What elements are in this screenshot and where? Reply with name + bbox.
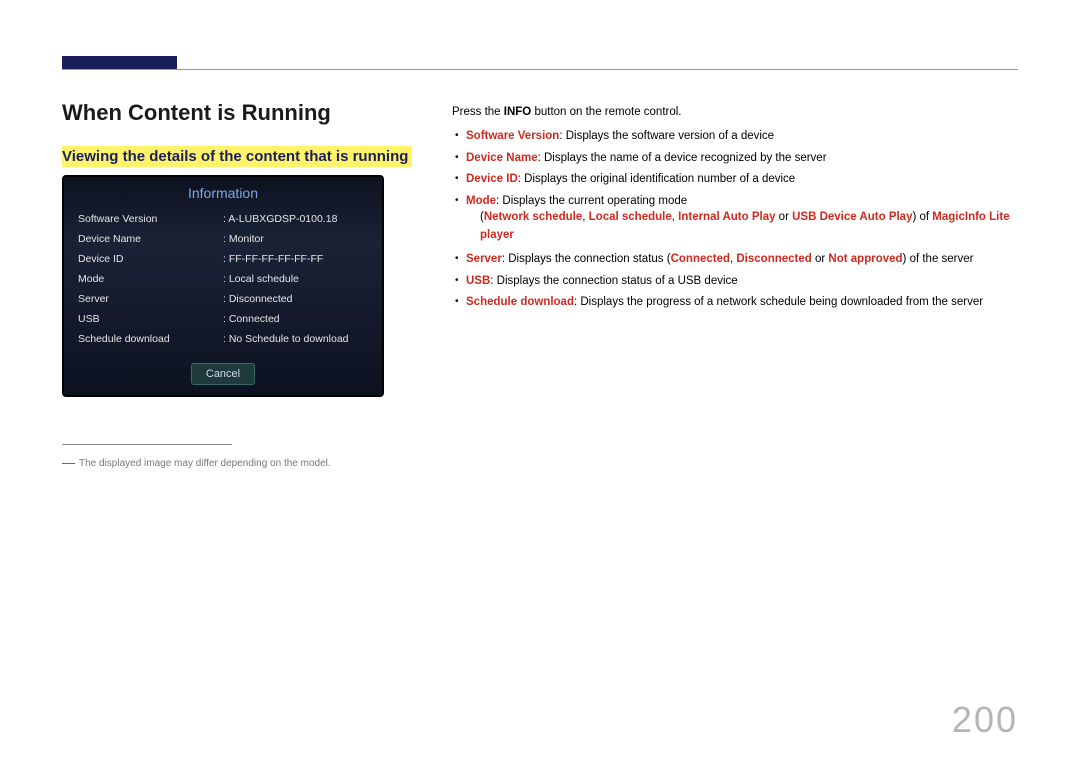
info-label: Schedule download xyxy=(78,333,223,345)
page-number: 200 xyxy=(952,699,1018,741)
info-row: Device ID FF-FF-FF-FF-FF-FF xyxy=(78,249,368,269)
dash-icon: ― xyxy=(62,455,75,470)
info-label: USB xyxy=(78,313,223,325)
footnote-rule xyxy=(62,444,232,445)
panel-heading: Information xyxy=(64,177,382,207)
info-value: Connected xyxy=(223,313,280,325)
info-row: Schedule download No Schedule to downloa… xyxy=(78,329,368,349)
list-item: USB: Displays the connection status of a… xyxy=(452,273,1018,291)
cancel-button[interactable]: Cancel xyxy=(191,363,255,385)
intro-text: Press the INFO button on the remote cont… xyxy=(452,104,1018,122)
list-item: Device ID: Displays the original identif… xyxy=(452,171,1018,189)
chapter-marker xyxy=(62,56,177,69)
information-panel: Information Software Version A-LUBXGDSP-… xyxy=(62,175,384,397)
info-value: Monitor xyxy=(223,233,264,245)
footnote: ―The displayed image may differ dependin… xyxy=(62,455,331,470)
info-label: Server xyxy=(78,293,223,305)
info-row: Device Name Monitor xyxy=(78,229,368,249)
info-row: Server Disconnected xyxy=(78,289,368,309)
info-label: Device ID xyxy=(78,253,223,265)
info-value: Disconnected xyxy=(223,293,292,305)
description-column: Press the INFO button on the remote cont… xyxy=(452,104,1018,316)
info-row: USB Connected xyxy=(78,309,368,329)
info-value: No Schedule to download xyxy=(223,333,349,345)
info-value: A-LUBXGDSP-0100.18 xyxy=(223,213,337,225)
info-value: Local schedule xyxy=(223,273,299,285)
list-subline: (Network schedule, Local schedule, Inter… xyxy=(466,209,1018,245)
list-item: Software Version: Displays the software … xyxy=(452,128,1018,146)
header-rule xyxy=(62,69,1018,70)
info-row: Software Version A-LUBXGDSP-0100.18 xyxy=(78,209,368,229)
list-item: Mode: Displays the current operating mod… xyxy=(452,193,1018,244)
info-label: Mode xyxy=(78,273,223,285)
list-item: Schedule download: Displays the progress… xyxy=(452,294,1018,312)
info-label: Software Version xyxy=(78,213,223,225)
section-heading: Viewing the details of the content that … xyxy=(62,146,412,167)
info-value: FF-FF-FF-FF-FF-FF xyxy=(223,253,323,265)
list-item: Device Name: Displays the name of a devi… xyxy=(452,150,1018,168)
info-label: Device Name xyxy=(78,233,223,245)
page-title: When Content is Running xyxy=(62,100,331,126)
list-item: Server: Displays the connection status (… xyxy=(452,251,1018,269)
info-row: Mode Local schedule xyxy=(78,269,368,289)
